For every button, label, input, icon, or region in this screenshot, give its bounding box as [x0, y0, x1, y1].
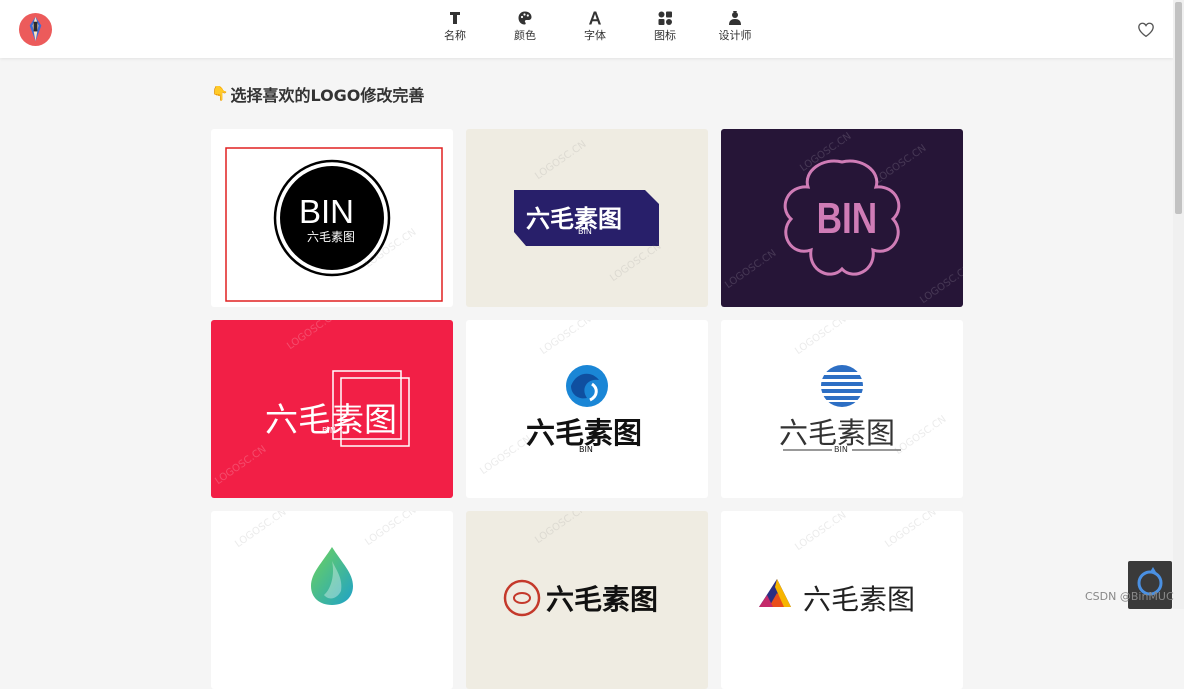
logo-card[interactable]: BIN 六毛素图 LOGOSC.CN — [211, 129, 453, 307]
logo-card[interactable]: 六毛素图 BIN LOGOSC.CN LOGOSC.CN — [466, 320, 708, 498]
nav-label: 字体 — [584, 29, 606, 42]
logo-sub-text: BIN — [834, 445, 848, 454]
logo-short-text: BIN — [299, 193, 355, 230]
top-nav: 名称 颜色 字体 图标 设计师 — [0, 0, 1173, 58]
nav-item-icon[interactable]: 图标 — [635, 10, 695, 42]
logo-card[interactable]: 六毛素图 BIN LOGOSC.CN LOGOSC.CN — [211, 320, 453, 498]
logo-sub-text: BIN — [578, 227, 592, 236]
palette-icon — [518, 11, 532, 25]
nav-label: 颜色 — [514, 29, 536, 42]
designer-icon — [729, 11, 741, 25]
nav-item-designer[interactable]: 设计师 — [705, 10, 765, 42]
logo-preview — [783, 365, 901, 451]
logo-brand-text: 六毛素图 — [526, 205, 622, 233]
font-a-icon — [589, 11, 601, 25]
favorite-heart-icon[interactable] — [1137, 21, 1155, 39]
nav-item-color[interactable]: 颜色 — [495, 10, 555, 42]
logo-preview — [566, 365, 608, 407]
section-title: 👇 选择喜欢的LOGO修改完善 — [211, 84, 425, 105]
section-title-text: 选择喜欢的LOGO修改完善 — [230, 86, 425, 105]
csdn-watermark: CSDN @BinMUC — [1085, 590, 1174, 603]
logo-card[interactable]: BIN LOGOSC.CN LOGOSC.CN LOGOSC.CN LOGOSC… — [721, 129, 963, 307]
shapes-icon — [658, 11, 672, 25]
scrollbar-thumb[interactable] — [1175, 2, 1182, 214]
logo-sub-text: BIN — [322, 426, 336, 435]
text-t-icon — [450, 12, 460, 24]
logo-short-text: BIN — [816, 194, 878, 243]
top-header: 名称 颜色 字体 图标 设计师 — [0, 0, 1173, 58]
logo-card[interactable]: LOGOSC.CN LOGOSC.CN — [211, 511, 453, 689]
nav-item-font[interactable]: 字体 — [565, 10, 625, 42]
nav-label: 名称 — [444, 29, 466, 42]
logo-card[interactable]: 六毛素图 LOGOSC.CN LOGOSC.CN — [721, 511, 963, 689]
logo-brand-text: 六毛素图 — [803, 583, 916, 616]
logo-card[interactable]: 六毛素图 BIN LOGOSC.CN LOGOSC.CN — [466, 129, 708, 307]
logo-card[interactable]: 六毛素图 BIN LOGOSC.CN LOGOSC.CN — [721, 320, 963, 498]
nav-label: 设计师 — [718, 29, 752, 42]
logo-brand-text: 六毛素图 — [307, 230, 356, 244]
logo-brand-text: 六毛素图 — [546, 583, 659, 616]
nav-item-name[interactable]: 名称 — [425, 10, 485, 42]
page-scrollbar[interactable] — [1173, 0, 1184, 609]
nav-label: 图标 — [654, 29, 676, 42]
pointing-hand-icon: 👇 — [211, 86, 229, 102]
logo-sub-text: BIN — [579, 445, 593, 454]
logo-card[interactable]: 六毛素图 LOGOSC.CN — [466, 511, 708, 689]
